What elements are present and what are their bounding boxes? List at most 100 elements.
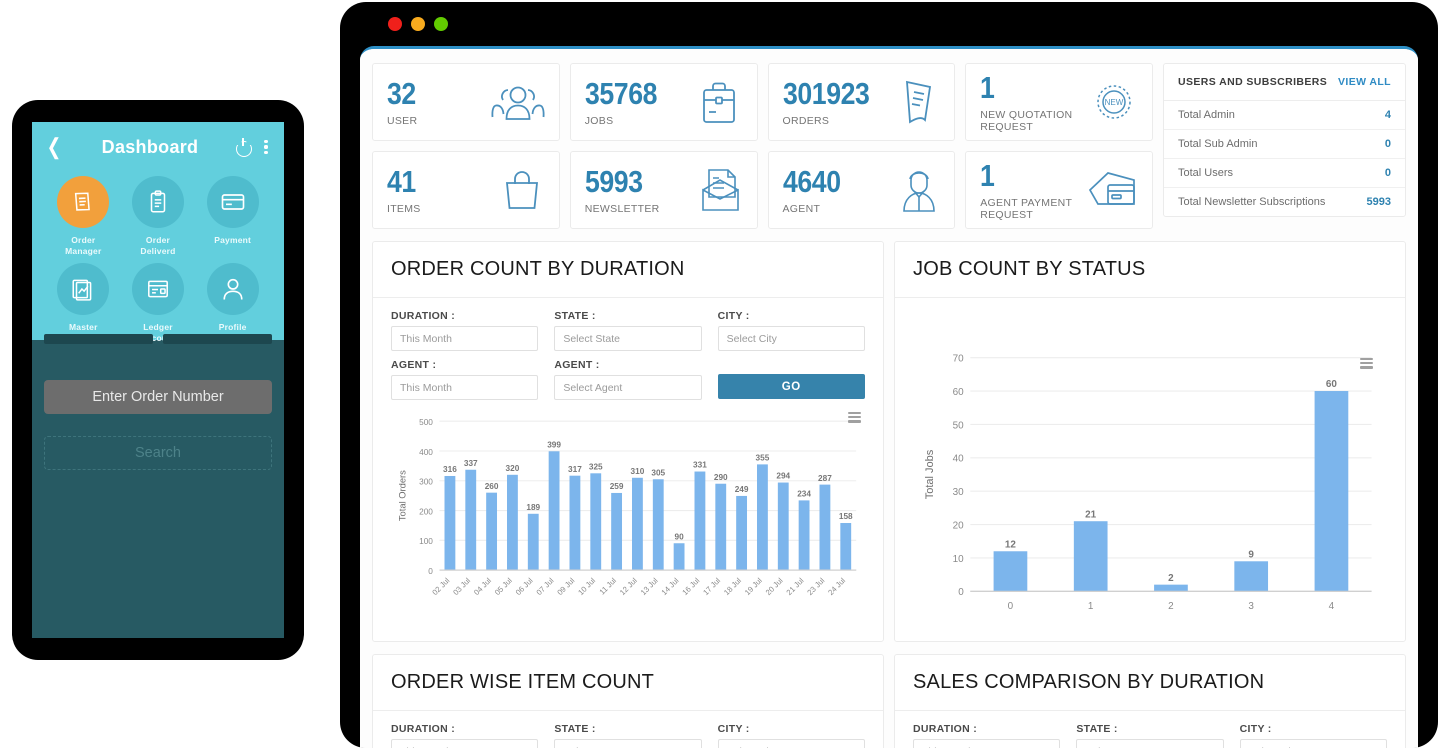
stat-label: AGENT PAYMENT REQUEST bbox=[980, 196, 1073, 221]
filter-label-city: CITY : bbox=[1239, 723, 1272, 736]
mobile-tile-order-manager[interactable]: Order Manager bbox=[46, 176, 121, 257]
users-row: Total Newsletter Subscriptions 5993 bbox=[1164, 188, 1405, 216]
svg-text:21 Jul: 21 Jul bbox=[785, 576, 806, 597]
svg-text:13 Jul: 13 Jul bbox=[639, 576, 660, 597]
users-row: Total Sub Admin 0 bbox=[1164, 130, 1405, 159]
payment-card-icon bbox=[1086, 168, 1138, 212]
job-count-chart: 0 10 20 30 40 50 60 70 Total Jobs 12 0 21 1 2 2 9 3 60 4 bbox=[913, 340, 1387, 635]
stat-card-newsletter[interactable]: 5993 NEWSLETTER bbox=[569, 151, 758, 229]
svg-text:Total Orders: Total Orders bbox=[397, 470, 407, 521]
stat-value: 5993 bbox=[584, 163, 643, 199]
filter-label-duration: DURATION : bbox=[391, 723, 456, 736]
filter-state-select[interactable]: Select State bbox=[554, 326, 702, 351]
mobile-tile-master-report[interactable]: MasterReport bbox=[46, 263, 121, 344]
svg-text:200: 200 bbox=[419, 507, 433, 516]
mobile-tile-ledger-account[interactable]: Ledger Account bbox=[121, 263, 196, 344]
mobile-search-area: Enter Order Number Search bbox=[32, 334, 284, 470]
filter-city-select[interactable]: Select City bbox=[1239, 739, 1387, 748]
envelope-document-icon bbox=[697, 166, 743, 214]
mobile-tile-profile[interactable]: Profile bbox=[195, 263, 270, 344]
panel-header: SALES COMPARISON BY DURATION bbox=[895, 655, 1405, 712]
stat-card-agent[interactable]: 4640 AGENT bbox=[767, 151, 956, 229]
report-icon bbox=[57, 263, 110, 315]
users-row: Total Users 0 bbox=[1164, 159, 1405, 188]
panel-header: JOB COUNT BY STATUS bbox=[895, 242, 1405, 298]
filter-duration-select[interactable]: This Month bbox=[913, 739, 1061, 748]
stat-label: ORDERS bbox=[782, 114, 830, 127]
filter-label-city: CITY : bbox=[717, 723, 750, 736]
mobile-search-button[interactable]: Search bbox=[44, 436, 272, 470]
users-row-label: Total Sub Admin bbox=[1178, 138, 1258, 150]
stat-card-agent-payment-request[interactable]: 1 AGENT PAYMENT REQUEST bbox=[965, 151, 1153, 229]
users-row-value: 0 bbox=[1384, 167, 1391, 179]
browser-viewport: 32 USER 35768 JOBS 301923 ORDERS 1 NEW Q… bbox=[360, 46, 1418, 748]
stat-card-new-quotation-request[interactable]: 1 NEW QUOTATION REQUEST NEW bbox=[965, 63, 1153, 141]
users-row-label: Total Users bbox=[1178, 167, 1234, 179]
svg-text:287: 287 bbox=[818, 474, 832, 483]
filter-duration-select[interactable]: This Month bbox=[391, 739, 539, 748]
svg-text:300: 300 bbox=[419, 478, 433, 487]
svg-text:234: 234 bbox=[797, 490, 811, 499]
svg-text:70: 70 bbox=[953, 353, 965, 364]
svg-text:12: 12 bbox=[1005, 539, 1017, 550]
minimize-window-button[interactable] bbox=[411, 17, 425, 31]
stat-card-items[interactable]: 41 ITEMS bbox=[372, 151, 560, 229]
svg-text:320: 320 bbox=[506, 464, 520, 473]
chevron-left-icon[interactable]: ❮ bbox=[44, 136, 63, 158]
stat-cards-grid: 32 USER 35768 JOBS 301923 ORDERS 1 NEW Q… bbox=[372, 63, 1153, 229]
svg-text:9: 9 bbox=[1248, 549, 1254, 560]
ledger-icon bbox=[131, 263, 184, 315]
browser-titlebar bbox=[340, 2, 1438, 46]
mobile-page-title: Dashboard bbox=[101, 136, 199, 157]
stat-card-jobs[interactable]: 35768 JOBS bbox=[569, 63, 758, 141]
stat-label: ITEMS bbox=[387, 202, 421, 215]
mobile-tile-order-deliverd[interactable]: Order Deliverd bbox=[121, 176, 196, 257]
svg-text:06 Jul: 06 Jul bbox=[514, 576, 535, 597]
power-icon[interactable] bbox=[234, 137, 254, 157]
svg-text:20: 20 bbox=[953, 520, 965, 531]
users-row-value: 0 bbox=[1384, 138, 1391, 150]
filter-state-select[interactable]: Select State bbox=[554, 739, 702, 748]
top-stats-region: 32 USER 35768 JOBS 301923 ORDERS 1 NEW Q… bbox=[372, 63, 1406, 229]
panel-body: DURATION : This Month STATE : Select Sta… bbox=[373, 298, 883, 640]
maximize-window-button[interactable] bbox=[434, 17, 448, 31]
svg-text:0: 0 bbox=[428, 567, 433, 576]
document-list-icon bbox=[894, 78, 940, 126]
panel-header: ORDER COUNT BY DURATION bbox=[373, 242, 883, 298]
filter-label-agent-1: AGENT : bbox=[391, 359, 437, 371]
order-number-input[interactable]: Enter Order Number bbox=[44, 380, 272, 414]
stat-value: 32 bbox=[387, 75, 416, 111]
credit-card-icon bbox=[206, 176, 259, 228]
stat-label: NEWSLETTER bbox=[584, 202, 660, 215]
order-count-chart-svg: 0 100 200 300 400 500 Total Orders 316 02 Jul 337… bbox=[397, 418, 857, 597]
filter-agent-select[interactable]: Select Agent bbox=[554, 375, 702, 400]
filter-city-select[interactable]: Select City bbox=[717, 739, 865, 748]
filter-duration-select[interactable]: This Month bbox=[391, 326, 539, 351]
close-window-button[interactable] bbox=[388, 17, 402, 31]
svg-text:316: 316 bbox=[443, 465, 457, 474]
charts-row-1: ORDER COUNT BY DURATION DURATION : This … bbox=[372, 241, 1406, 643]
filter-agent-duration-select[interactable]: This Month bbox=[391, 375, 539, 400]
svg-text:189: 189 bbox=[526, 503, 540, 512]
browser-window: 32 USER 35768 JOBS 301923 ORDERS 1 NEW Q… bbox=[340, 2, 1438, 748]
chart-export-menu-icon[interactable] bbox=[1360, 358, 1373, 369]
svg-text:24 Jul: 24 Jul bbox=[826, 576, 847, 597]
filter-label-agent-2: AGENT : bbox=[554, 359, 600, 371]
stat-value: 1 bbox=[980, 69, 995, 105]
stat-card-user[interactable]: 32 USER bbox=[372, 63, 560, 141]
mobile-tile-payment[interactable]: Payment bbox=[195, 176, 270, 257]
kebab-menu-icon[interactable] bbox=[258, 137, 274, 157]
mobile-tile-label: Profile bbox=[218, 322, 247, 332]
go-button[interactable]: GO bbox=[717, 374, 865, 399]
svg-text:18 Jul: 18 Jul bbox=[722, 576, 743, 597]
svg-text:4: 4 bbox=[1329, 601, 1335, 612]
svg-text:0: 0 bbox=[1008, 601, 1014, 612]
svg-text:337: 337 bbox=[464, 459, 478, 468]
filter-city-select[interactable]: Select City bbox=[717, 326, 865, 351]
mobile-device-mockup: ❮ Dashboard Order Manager Order Deliverd… bbox=[12, 100, 304, 660]
chart-export-menu-icon[interactable] bbox=[848, 412, 861, 423]
view-all-link[interactable]: VIEW ALL bbox=[1338, 76, 1391, 88]
filter-state-select[interactable]: Select State bbox=[1076, 739, 1224, 748]
stat-card-orders[interactable]: 301923 ORDERS bbox=[767, 63, 956, 141]
svg-text:05 Jul: 05 Jul bbox=[493, 576, 514, 597]
